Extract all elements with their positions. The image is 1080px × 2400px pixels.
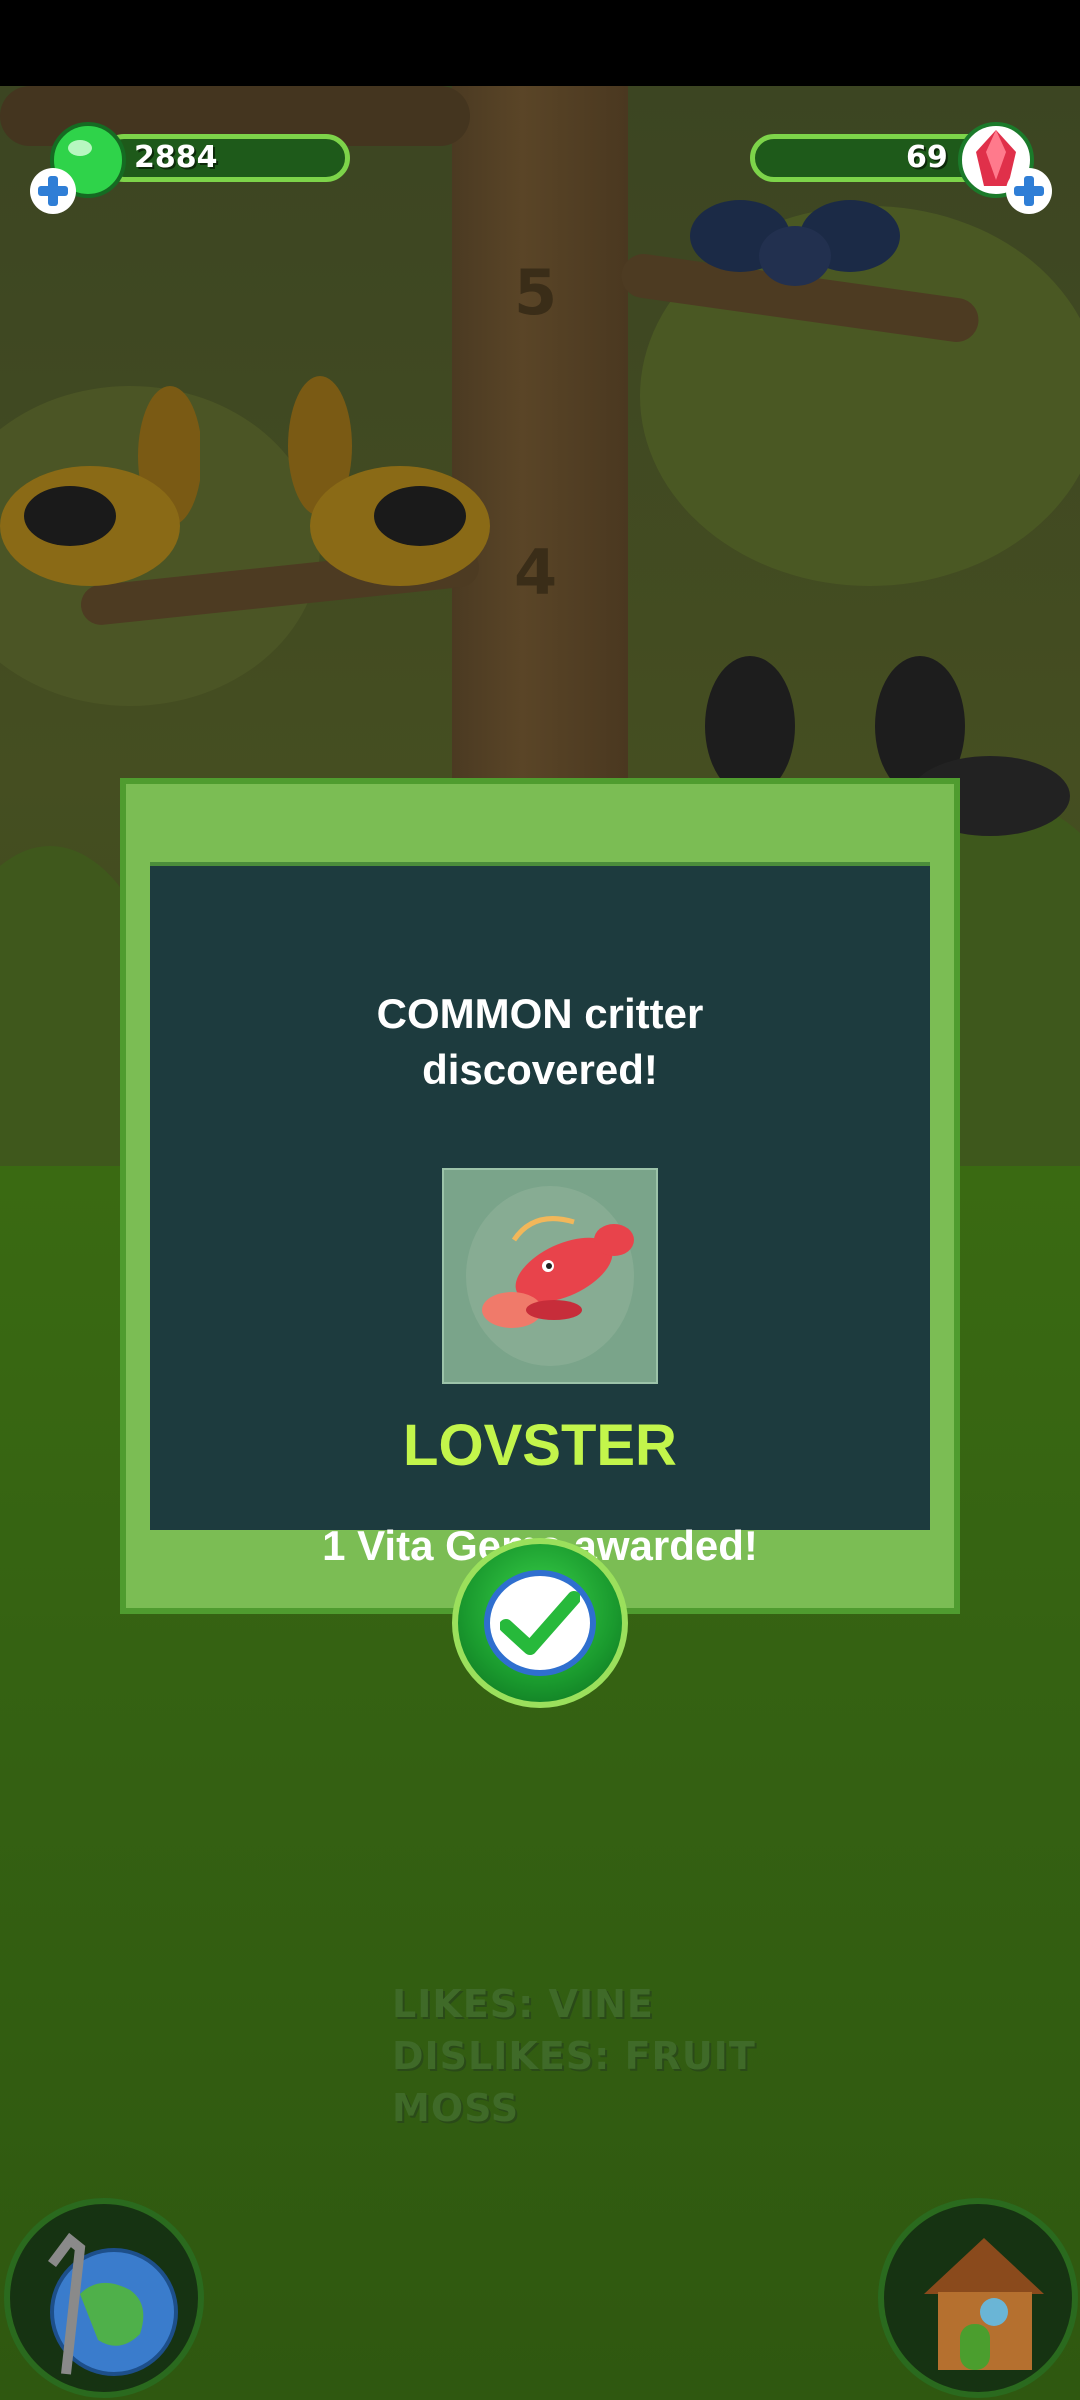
critter-portrait xyxy=(442,1168,658,1384)
raccoon-critter xyxy=(288,376,490,586)
trunk-level-number: 5 xyxy=(514,256,558,329)
house-icon xyxy=(924,2238,1044,2370)
dislikes-text: DISLIKES: FRUIT xyxy=(392,2034,756,2078)
plus-icon[interactable] xyxy=(1006,168,1052,214)
confirm-button-face xyxy=(484,1570,596,1676)
plus-icon[interactable] xyxy=(30,168,76,214)
home-button[interactable] xyxy=(878,2198,1078,2398)
right-currency-counter[interactable]: 69 xyxy=(730,120,1060,220)
right-currency-value: 69 xyxy=(906,140,948,175)
dislikes-text-line2: MOSS xyxy=(392,2086,520,2130)
dialog-title: COMMON critter discovered! xyxy=(150,986,930,1098)
dialog-content: COMMON critter discovered! LOVSTER 1 Vit… xyxy=(150,862,930,1569)
globe-icon xyxy=(48,2232,178,2376)
lobster-icon xyxy=(466,1186,634,1366)
dialog-title-line2: discovered! xyxy=(422,1046,658,1093)
world-map-button[interactable] xyxy=(4,2198,204,2398)
critter-name: LOVSTER xyxy=(403,1413,677,1478)
trunk-level-number: 4 xyxy=(514,536,558,609)
raccoon-critter xyxy=(0,386,200,586)
status-bar xyxy=(0,0,1080,86)
left-currency-counter[interactable]: 2884 xyxy=(30,120,360,220)
checkmark-icon xyxy=(500,1591,580,1655)
confirm-button[interactable] xyxy=(452,1538,628,1708)
left-currency-value: 2884 xyxy=(134,140,218,175)
dialog-title-line1: COMMON critter xyxy=(376,990,704,1037)
likes-text: LIKES: VINE xyxy=(392,1982,654,2026)
critter-discovered-dialog: COMMON critter discovered! LOVSTER 1 Vit… xyxy=(120,778,960,1614)
